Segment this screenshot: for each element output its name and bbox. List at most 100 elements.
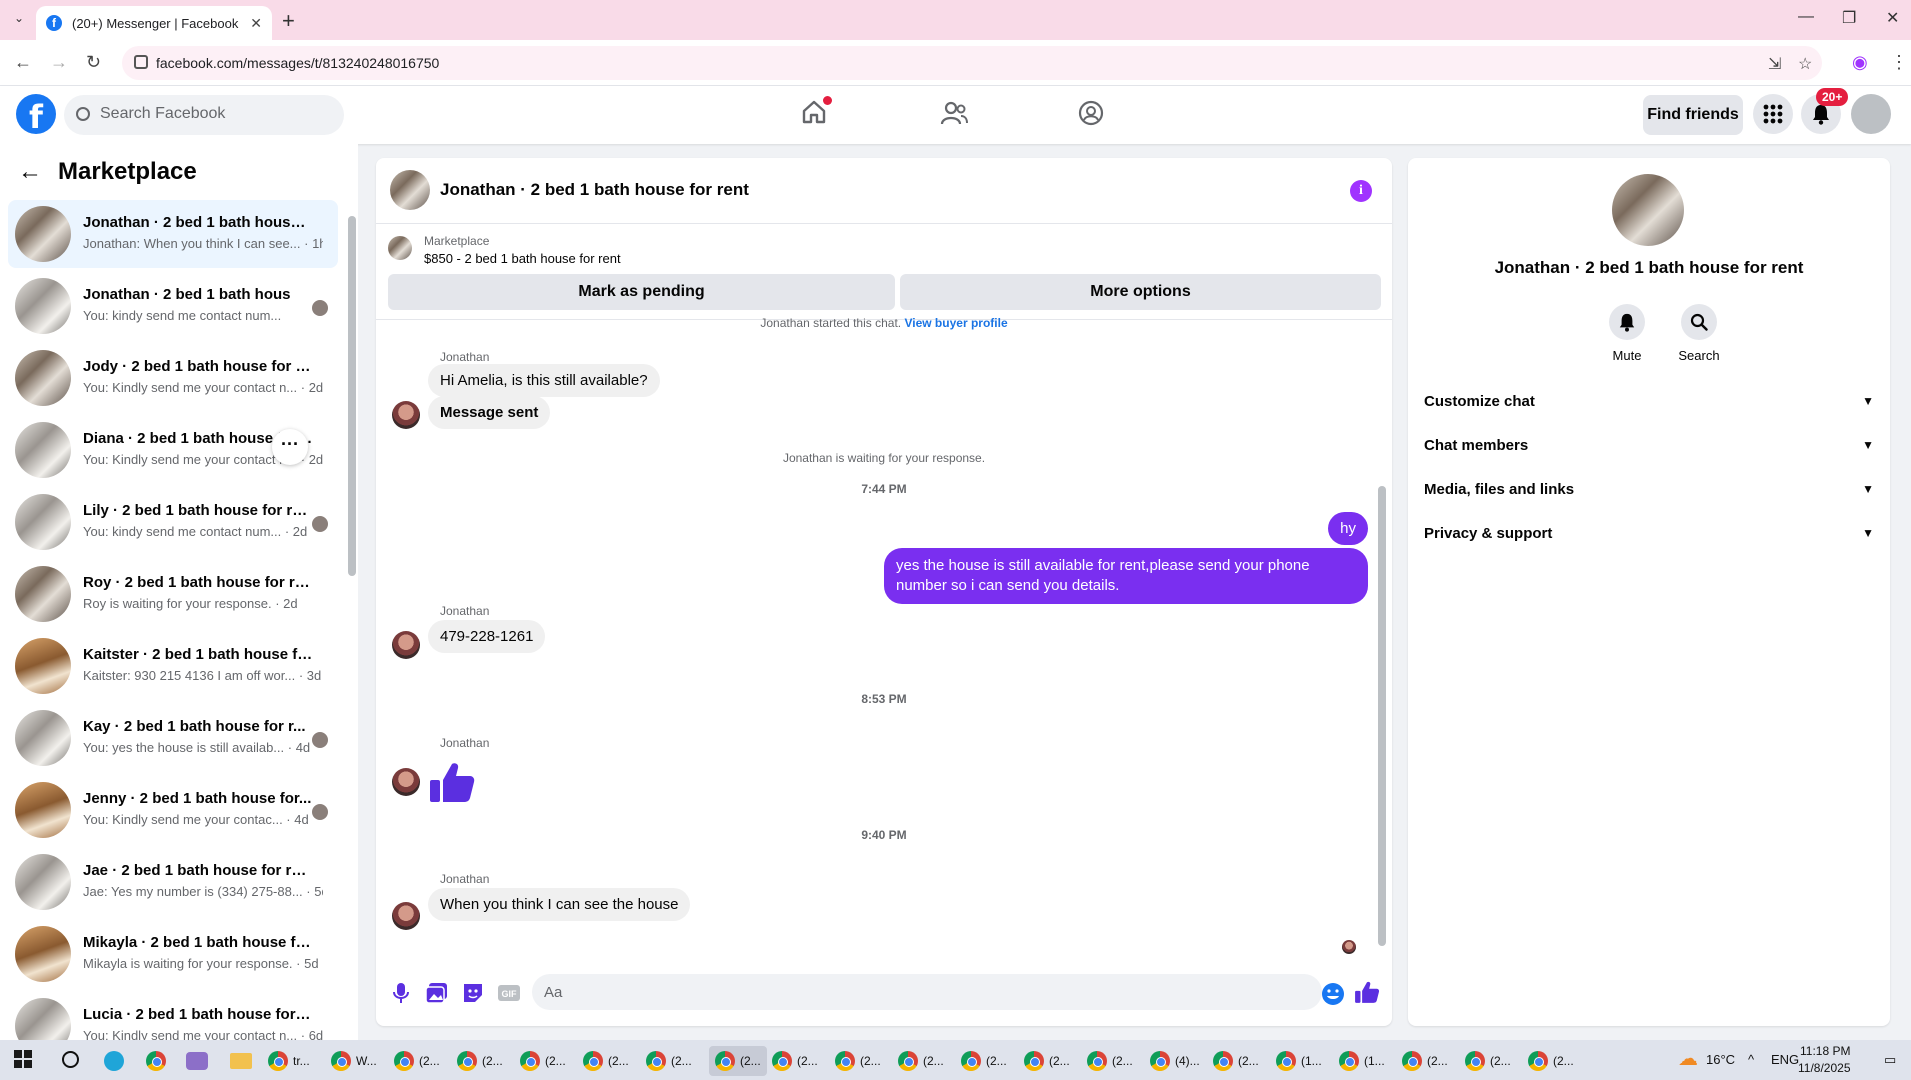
taskbar-chrome-window[interactable]: (1... (1276, 1046, 1322, 1076)
like-icon[interactable] (1354, 979, 1380, 1005)
facebook-logo-icon[interactable]: f (16, 94, 56, 136)
incoming-message[interactable]: When you think I can see the house (428, 888, 691, 921)
chat-scrollbar[interactable] (1376, 326, 1386, 958)
sender-avatar[interactable] (392, 631, 420, 659)
taskbar-chrome-window[interactable]: (2... (898, 1046, 944, 1076)
taskbar-chrome-window[interactable]: (2... (1024, 1046, 1070, 1076)
friends-icon[interactable] (940, 100, 968, 126)
restore-icon[interactable]: ❐ (1842, 8, 1856, 28)
search-button[interactable]: Search (1667, 304, 1731, 363)
conversation-item[interactable]: Kay · 2 bed 1 bath house for r... You: ye… (8, 704, 338, 772)
reload-icon[interactable]: ↻ (86, 52, 101, 73)
new-tab-icon[interactable]: + (282, 8, 295, 34)
language-indicator[interactable]: ENG (1771, 1052, 1799, 1067)
taskbar-chrome-window[interactable]: (2... (772, 1046, 818, 1076)
bookmark-star-icon[interactable]: ☆ (1798, 54, 1812, 74)
conversation-list-scrollbar[interactable] (348, 200, 356, 1018)
weather-icon[interactable]: ☁ (1678, 1046, 1698, 1071)
chrome-icon[interactable] (146, 1046, 171, 1076)
bell-icon[interactable] (1609, 304, 1645, 340)
tab-search-icon[interactable]: ⌄ (10, 11, 28, 29)
windows-start-icon[interactable] (14, 1050, 32, 1068)
taskbar-chrome-window[interactable]: (2... (1213, 1046, 1259, 1076)
notification-center-icon[interactable]: ▭ (1884, 1052, 1896, 1068)
browser-tab[interactable]: f (20+) Messenger | Facebook ✕ (36, 6, 272, 40)
conversation-item[interactable]: Jae · 2 bed 1 bath house for rent Jae: Ye… (8, 848, 338, 916)
file-explorer-icon[interactable] (230, 1046, 252, 1076)
magnifier-icon[interactable] (1681, 304, 1717, 340)
conversation-item[interactable]: Mikayla · 2 bed 1 bath house for... Mikay… (8, 920, 338, 988)
sticker-icon[interactable] (460, 980, 486, 1006)
conversation-item[interactable]: Jonathan · 2 bed 1 bath hous You: kindy s… (8, 272, 338, 340)
listing-price-title[interactable]: $850 - 2 bed 1 bath house for rent (424, 251, 621, 266)
browser-menu-icon[interactable]: ⋮ (1890, 52, 1908, 73)
edge-icon[interactable] (104, 1046, 124, 1076)
search-box[interactable] (64, 95, 344, 135)
install-icon[interactable]: ⇲ (1768, 54, 1781, 74)
find-friends-button[interactable]: Find friends (1643, 95, 1743, 135)
scrollbar-thumb[interactable] (1378, 486, 1386, 946)
tray-chevron-icon[interactable]: ^ (1748, 1052, 1754, 1067)
info-icon[interactable]: i (1350, 180, 1372, 202)
message-input[interactable] (532, 974, 1322, 1010)
taskbar-chrome-window[interactable]: (2... (1402, 1046, 1448, 1076)
url-field[interactable]: facebook.com/messages/t/813240248016750 … (122, 46, 1822, 80)
taskbar-search-icon[interactable] (62, 1051, 79, 1068)
url-text[interactable]: facebook.com/messages/t/813240248016750 (156, 55, 439, 71)
gif-icon[interactable]: GIF (496, 980, 522, 1006)
taskbar-chrome-window[interactable]: (2... (1087, 1046, 1133, 1076)
temperature[interactable]: 16°C (1706, 1052, 1735, 1067)
taskbar-chrome-window[interactable]: (2... (520, 1046, 566, 1076)
groups-icon[interactable] (1078, 100, 1104, 126)
taskbar-chrome-window[interactable]: W... (331, 1046, 377, 1076)
menu-grid-icon[interactable] (1753, 94, 1793, 134)
profile-icon[interactable]: ◉ (1852, 52, 1868, 73)
privacy-support-row[interactable]: Privacy & support ▼ (1424, 513, 1874, 553)
chat-thumbnail[interactable] (390, 170, 430, 210)
taskbar-chrome-window[interactable]: (2... (1528, 1046, 1574, 1076)
conversation-item[interactable]: Jody · 2 bed 1 bath house for rent You: K… (8, 344, 338, 412)
taskbar-chrome-window[interactable]: (2... (835, 1046, 881, 1076)
tab-close-icon[interactable]: ✕ (250, 15, 262, 32)
sender-avatar[interactable] (392, 902, 420, 930)
sender-avatar[interactable] (392, 768, 420, 796)
minimize-icon[interactable]: — (1798, 8, 1814, 26)
customize-chat-row[interactable]: Customize chat ▼ (1424, 381, 1874, 421)
conversation-options-icon[interactable]: ··· (272, 429, 308, 465)
back-arrow-icon[interactable]: ← (18, 158, 42, 186)
taskbar-chrome-window[interactable]: (1... (1339, 1046, 1385, 1076)
back-icon[interactable]: ← (14, 52, 32, 73)
more-options-button[interactable]: More options (900, 274, 1381, 310)
chat-members-row[interactable]: Chat members ▼ (1424, 425, 1874, 465)
taskbar-chrome-window[interactable]: (2... (457, 1046, 503, 1076)
chat-title[interactable]: Jonathan · 2 bed 1 bath house for rent (440, 180, 749, 200)
forward-icon[interactable]: → (50, 52, 68, 73)
taskbar-chrome-window[interactable]: (2... (583, 1046, 629, 1076)
app-icon[interactable] (186, 1046, 208, 1076)
conversation-item[interactable]: Roy · 2 bed 1 bath house for rent Roy is … (8, 560, 338, 628)
photo-icon[interactable] (424, 980, 450, 1006)
emoji-icon[interactable] (1320, 981, 1346, 1007)
taskbar-chrome-window[interactable]: (2... (709, 1046, 767, 1076)
outgoing-message[interactable]: yes the house is still available for ren… (884, 548, 1368, 604)
search-input[interactable] (100, 105, 330, 123)
outgoing-message[interactable]: hy (1328, 512, 1368, 545)
media-files-links-row[interactable]: Media, files and links ▼ (1424, 469, 1874, 509)
taskbar-chrome-window[interactable]: (2... (961, 1046, 1007, 1076)
taskbar-chrome-window[interactable]: (2... (1465, 1046, 1511, 1076)
incoming-message[interactable]: Message sent (428, 396, 551, 429)
conversation-item[interactable]: Jenny · 2 bed 1 bath house for... You: Ki… (8, 776, 338, 844)
taskbar-chrome-window[interactable]: (2... (646, 1046, 692, 1076)
scrollbar-thumb[interactable] (348, 216, 356, 576)
taskbar-chrome-window[interactable]: (2... (394, 1046, 440, 1076)
mark-as-pending-button[interactable]: Mark as pending (388, 274, 895, 310)
microphone-icon[interactable] (388, 980, 414, 1006)
incoming-message[interactable]: 479-228-1261 (428, 620, 546, 653)
conversation-item[interactable]: Jonathan · 2 bed 1 bath house f... Jonath… (8, 200, 338, 268)
sender-avatar[interactable] (392, 401, 420, 429)
mute-button[interactable]: Mute (1595, 304, 1659, 363)
account-avatar[interactable] (1851, 94, 1891, 134)
taskbar-chrome-window[interactable]: tr... (268, 1046, 310, 1076)
view-buyer-profile-link[interactable]: View buyer profile (904, 316, 1007, 330)
site-info-icon[interactable] (134, 55, 148, 69)
